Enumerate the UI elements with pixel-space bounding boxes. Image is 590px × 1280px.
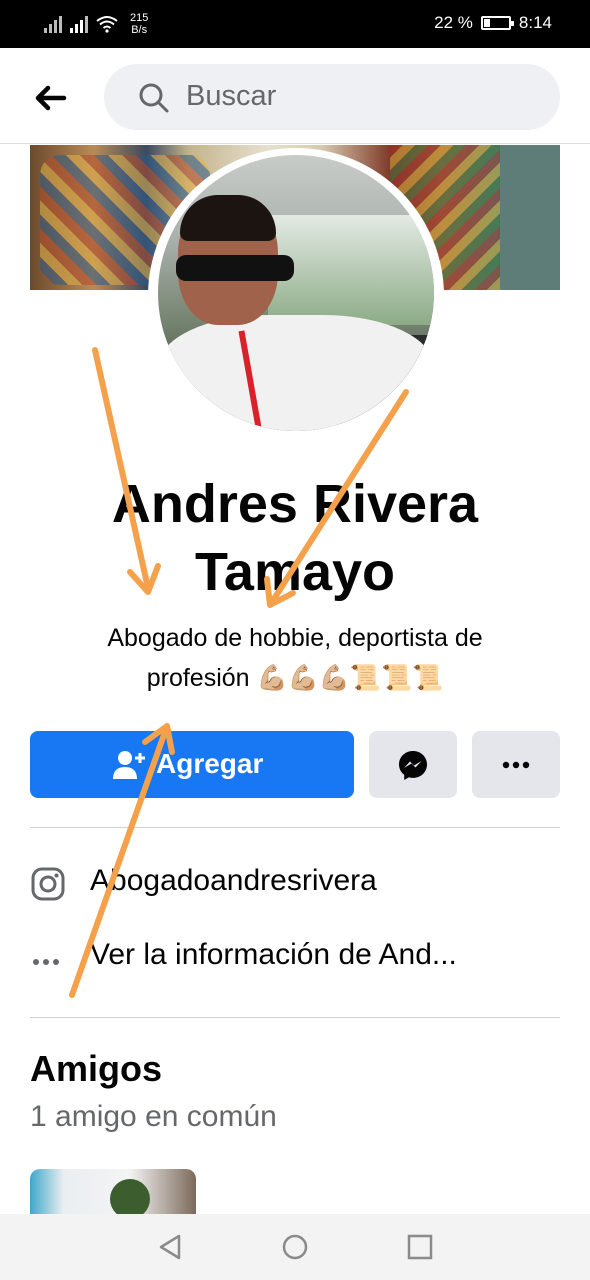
profile-bio-line2: profesión 💪🏼💪🏼💪🏼📜📜📜 [146, 664, 444, 692]
status-bar-left: 215 B/s [44, 12, 148, 36]
instagram-username: Abogadoandresrivera [90, 864, 377, 897]
status-bar: 215 B/s 22 % 8:14 [0, 0, 590, 48]
profile-picture[interactable] [158, 155, 434, 431]
more-info-text: Ver la información de And... [90, 938, 457, 971]
network-speed-value: 215 [130, 12, 149, 24]
mutual-friends-count[interactable]: 1 amigo en común [30, 1100, 277, 1134]
profile-bio: Abogado de hobbie, deportista de profesi… [60, 618, 530, 698]
add-friend-label: Agregar [156, 748, 264, 779]
battery-icon [480, 16, 514, 30]
friend-thumbnail[interactable] [30, 1169, 196, 1219]
divider-bottom [30, 1017, 560, 1018]
more-info-row[interactable]: Ver la información de And... [30, 932, 560, 982]
nav-home-icon[interactable] [280, 1232, 310, 1262]
network-speed-unit: B/s [131, 24, 148, 36]
signal-icon [44, 15, 62, 33]
messenger-button[interactable] [369, 731, 457, 798]
ellipsis-icon [33, 959, 59, 965]
divider-top [30, 827, 560, 828]
system-navigation-bar [0, 1214, 590, 1280]
search-input[interactable]: Buscar [104, 64, 560, 130]
status-bar-right: 22 % 8:14 [434, 13, 552, 33]
friends-section-title: Amigos [30, 1048, 163, 1089]
instagram-icon [31, 867, 65, 901]
profile-bio-line1: Abogado de hobbie, deportista de [107, 624, 483, 652]
add-friend-button[interactable]: Agregar [30, 731, 354, 798]
network-speed: 215 B/s [130, 12, 148, 36]
signal-icon-2 [70, 15, 88, 33]
top-bar: Buscar [0, 48, 590, 144]
search-icon [139, 83, 169, 113]
profile-name: Andres Rivera Tamayo [0, 470, 590, 606]
wifi-icon [96, 16, 118, 33]
profile-name-line1: Andres Rivera [111, 474, 479, 534]
battery-percent: 22 % [434, 13, 473, 32]
battery-level [483, 19, 490, 27]
profile-name-line2: Tamayo [194, 542, 396, 602]
back-arrow-icon[interactable] [30, 78, 70, 118]
clock: 8:14 [518, 13, 552, 32]
add-friend-icon [113, 751, 145, 779]
nav-back-icon[interactable] [155, 1232, 185, 1262]
more-icon [502, 761, 530, 769]
messenger-icon [399, 751, 427, 780]
instagram-row[interactable]: Abogadoandresrivera [30, 858, 560, 908]
nav-recent-icon[interactable] [405, 1232, 435, 1262]
search-placeholder: Buscar [186, 80, 277, 112]
more-options-button[interactable] [472, 731, 560, 798]
